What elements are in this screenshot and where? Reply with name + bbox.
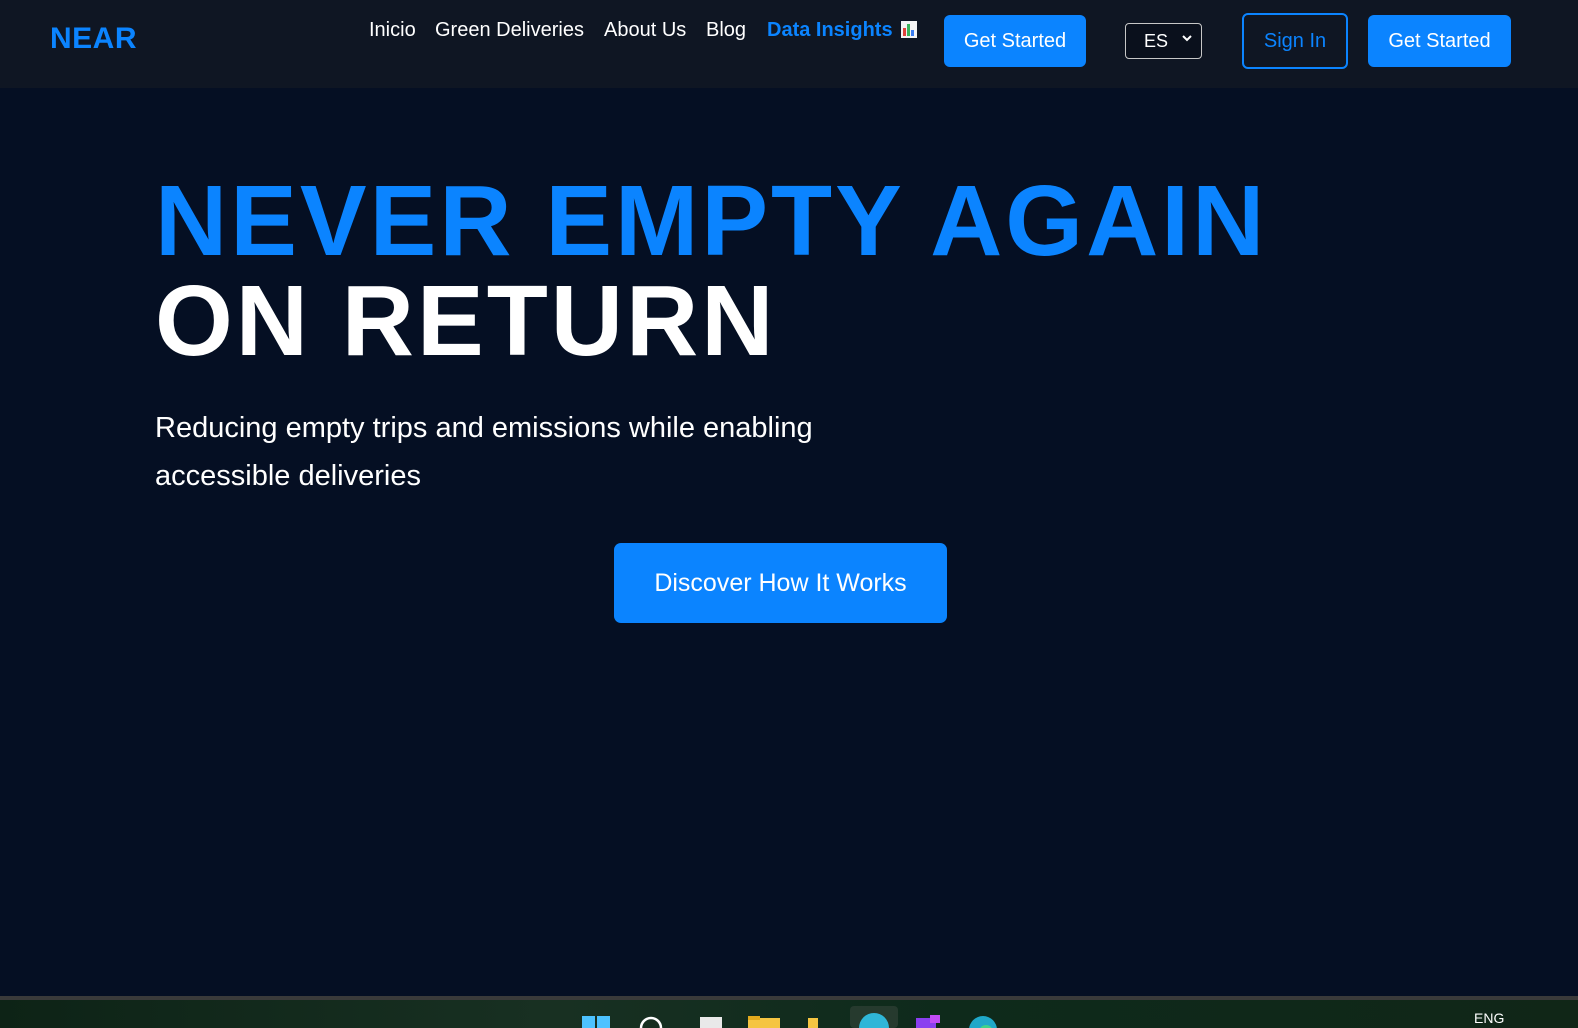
language-select[interactable]: ES xyxy=(1125,23,1202,59)
hero-title-line1: NEVER EMPTY AGAIN xyxy=(155,165,1268,277)
folder-icon[interactable] xyxy=(806,1014,820,1028)
folder-icon[interactable] xyxy=(748,1014,780,1028)
os-taskbar: ENG xyxy=(0,996,1578,1028)
tray-language[interactable]: ENG xyxy=(1474,1010,1504,1026)
chevron-down-icon xyxy=(1182,35,1192,42)
site-header: NEAR Inicio Green Deliveries About Us Bl… xyxy=(0,0,1578,88)
chart-emoji-icon xyxy=(900,21,917,38)
nav-link-green-deliveries[interactable]: Green Deliveries xyxy=(435,19,584,42)
get-started-button[interactable]: Get Started xyxy=(944,15,1086,67)
edge-icon[interactable] xyxy=(850,1006,898,1028)
get-started-button-secondary[interactable]: Get Started xyxy=(1368,15,1511,67)
nav-link-data-insights-label: Data Insights xyxy=(767,19,893,41)
windows-start-icon[interactable] xyxy=(582,1014,611,1028)
app-icon[interactable] xyxy=(912,1014,942,1028)
sign-in-button[interactable]: Sign In xyxy=(1242,13,1348,69)
nav-link-blog[interactable]: Blog xyxy=(706,19,746,42)
site-logo[interactable]: NEAR xyxy=(50,22,137,56)
nav-link-data-insights[interactable]: Data Insights xyxy=(767,19,917,42)
edge-icon[interactable] xyxy=(968,1014,998,1028)
nav-link-about-us[interactable]: About Us xyxy=(604,19,686,42)
hero-subtitle: Reducing empty trips and emissions while… xyxy=(155,412,813,492)
discover-how-it-works-button[interactable]: Discover How It Works xyxy=(614,543,947,623)
file-icon[interactable] xyxy=(699,1014,723,1028)
nav-link-inicio[interactable]: Inicio xyxy=(369,19,416,42)
language-select-value: ES xyxy=(1144,31,1169,51)
hero-title-line2: ON RETURN xyxy=(155,265,777,377)
search-icon[interactable] xyxy=(638,1014,664,1028)
